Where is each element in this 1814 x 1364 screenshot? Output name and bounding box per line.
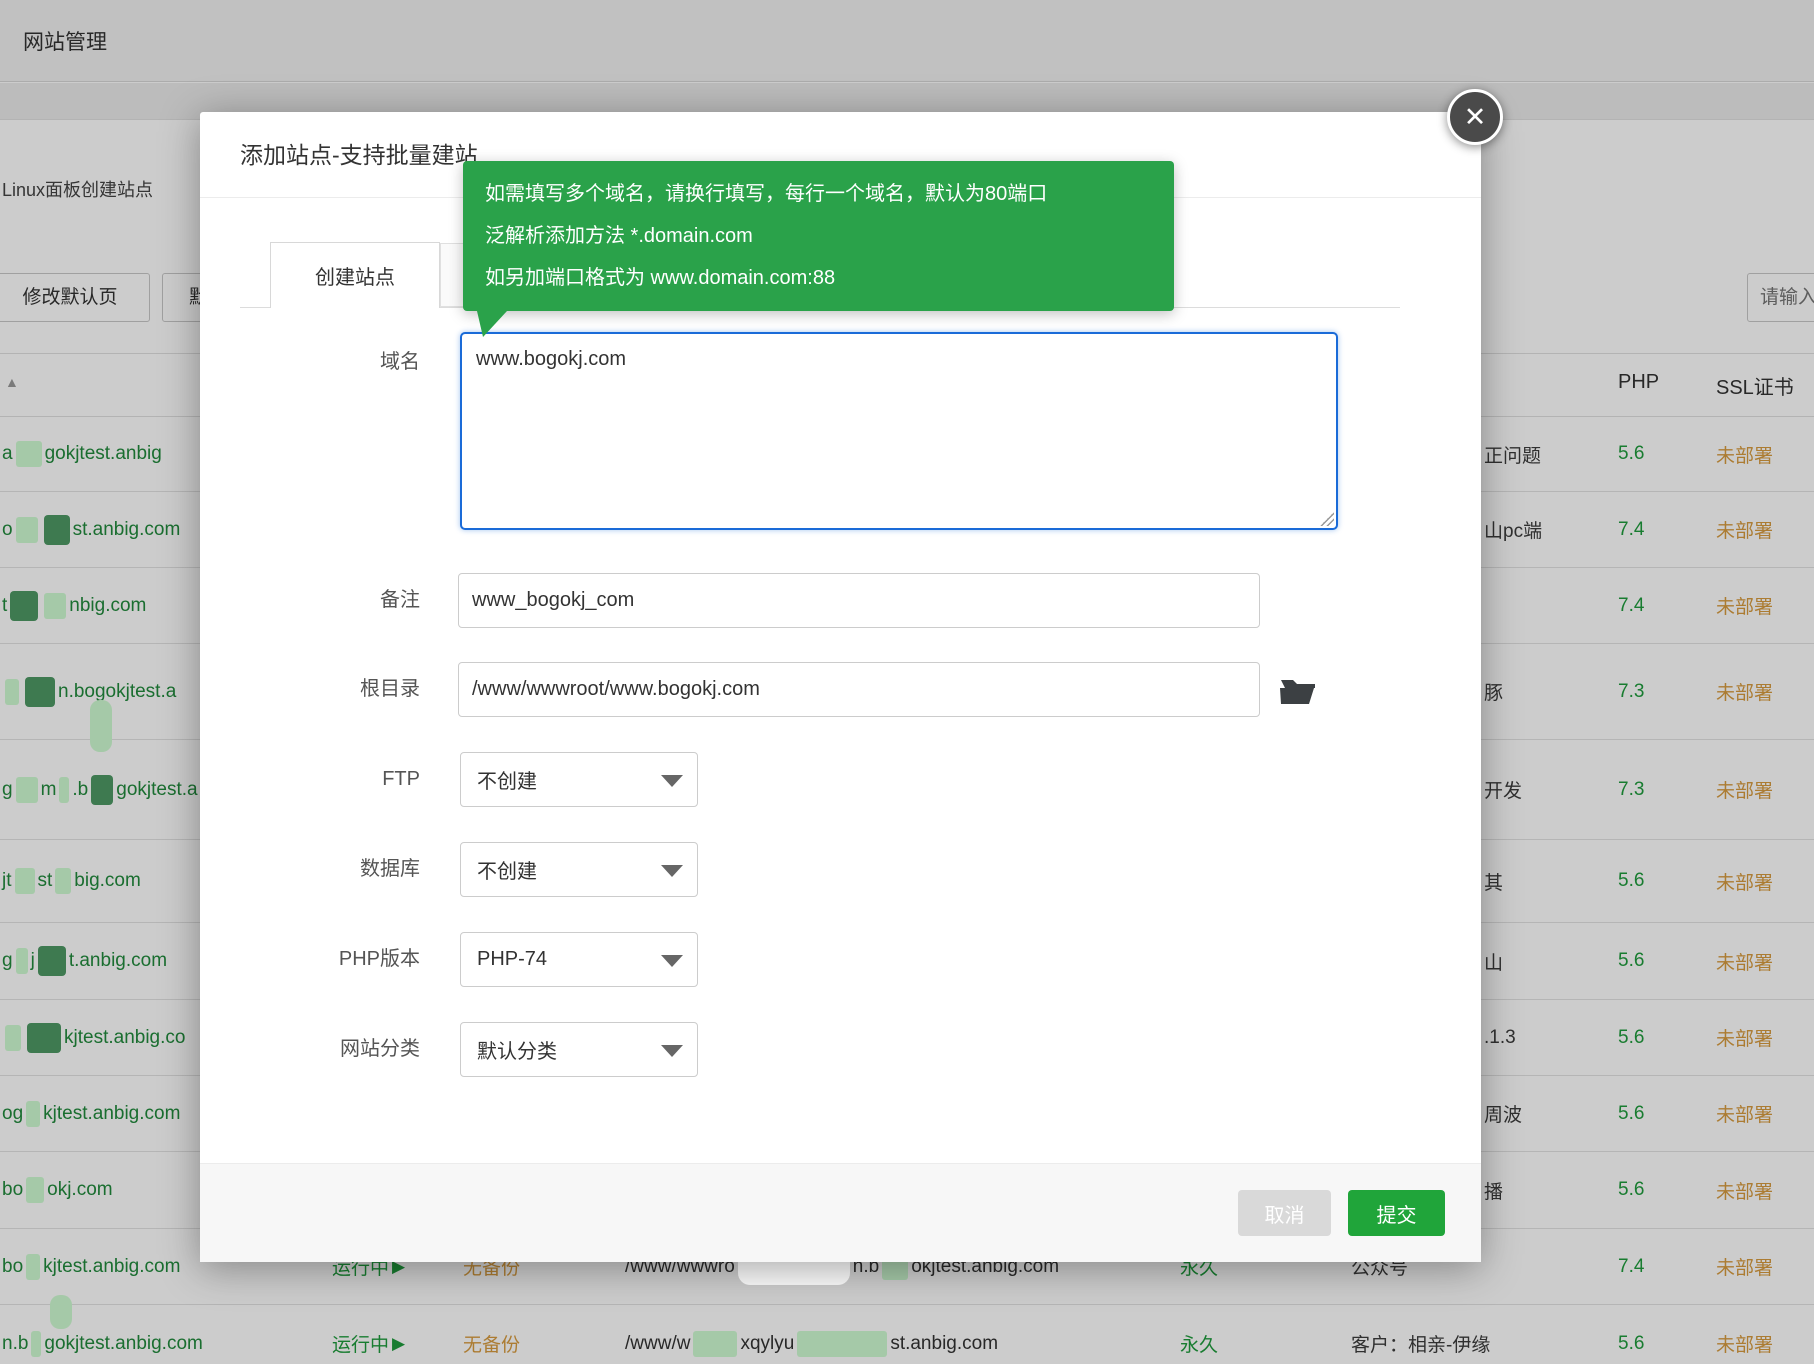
- privacy-mask: [26, 1177, 44, 1203]
- tooltip-line-1: 如需填写多个域名，请换行填写，每行一个域名，默认为80端口: [485, 173, 1152, 215]
- privacy-mask: [44, 515, 70, 545]
- ftp-label: FTP: [240, 752, 420, 807]
- tab-create-site[interactable]: 创建站点: [270, 242, 440, 308]
- domain-label: 域名: [240, 332, 420, 392]
- site-category-select[interactable]: 默认分类: [460, 1022, 698, 1077]
- privacy-mask: [16, 517, 38, 543]
- root-dir-input[interactable]: [458, 662, 1260, 717]
- database-label: 数据库: [240, 842, 420, 897]
- root-dir-label: 根目录: [240, 662, 420, 717]
- privacy-mask: [31, 1331, 41, 1357]
- privacy-mask: [16, 441, 42, 467]
- domain-help-tooltip: 如需填写多个域名，请换行填写，每行一个域名，默认为80端口 泛解析添加方法 *.…: [463, 161, 1174, 311]
- note-input[interactable]: [458, 573, 1260, 628]
- privacy-mask: [15, 868, 35, 894]
- folder-picker-icon[interactable]: [1279, 676, 1319, 706]
- tooltip-line-2: 泛解析添加方法 *.domain.com: [485, 215, 1152, 257]
- privacy-mask: [55, 868, 71, 894]
- privacy-mask: [26, 1254, 40, 1280]
- php-version-label: PHP版本: [240, 932, 420, 987]
- privacy-mask: [5, 679, 19, 705]
- domain-textarea[interactable]: www.bogokj.com: [460, 332, 1338, 530]
- privacy-mask: [5, 1025, 21, 1051]
- database-select-value: 不创建: [477, 855, 537, 884]
- privacy-mask: [91, 775, 113, 805]
- resize-grip-icon[interactable]: [1320, 512, 1334, 526]
- submit-button[interactable]: 提交: [1348, 1190, 1445, 1236]
- ftp-select-value: 不创建: [477, 765, 537, 794]
- ftp-select[interactable]: 不创建: [460, 752, 698, 807]
- database-select[interactable]: 不创建: [460, 842, 698, 897]
- close-icon[interactable]: ✕: [1447, 89, 1503, 145]
- privacy-mask: [27, 1023, 61, 1053]
- privacy-mask-blob: [90, 700, 112, 752]
- privacy-mask: [44, 593, 66, 619]
- privacy-mask: [26, 1101, 40, 1127]
- php-version-select-value: PHP-74: [477, 948, 547, 971]
- modal-title: 添加站点-支持批量建站: [240, 136, 478, 170]
- site-category-select-value: 默认分类: [477, 1035, 557, 1064]
- privacy-mask: [10, 591, 38, 621]
- note-label: 备注: [240, 573, 420, 628]
- php-version-select[interactable]: PHP-74: [460, 932, 698, 987]
- privacy-mask: [59, 777, 69, 803]
- site-category-label: 网站分类: [240, 1022, 420, 1077]
- privacy-mask: [693, 1331, 737, 1357]
- screen: 网站管理 Linux面板创建站点 修改默认页 默认 ▲ PHP SSL证书 ag…: [0, 0, 1814, 1364]
- privacy-mask: [797, 1331, 887, 1357]
- cancel-button[interactable]: 取消: [1238, 1190, 1331, 1236]
- tooltip-arrow: [477, 311, 507, 337]
- privacy-mask-blob: [50, 1295, 72, 1329]
- privacy-mask: [38, 946, 66, 976]
- privacy-mask: [25, 677, 55, 707]
- privacy-mask: [16, 777, 38, 803]
- privacy-mask: [16, 948, 28, 974]
- tooltip-line-3: 如另加端口格式为 www.domain.com:88: [485, 257, 1152, 299]
